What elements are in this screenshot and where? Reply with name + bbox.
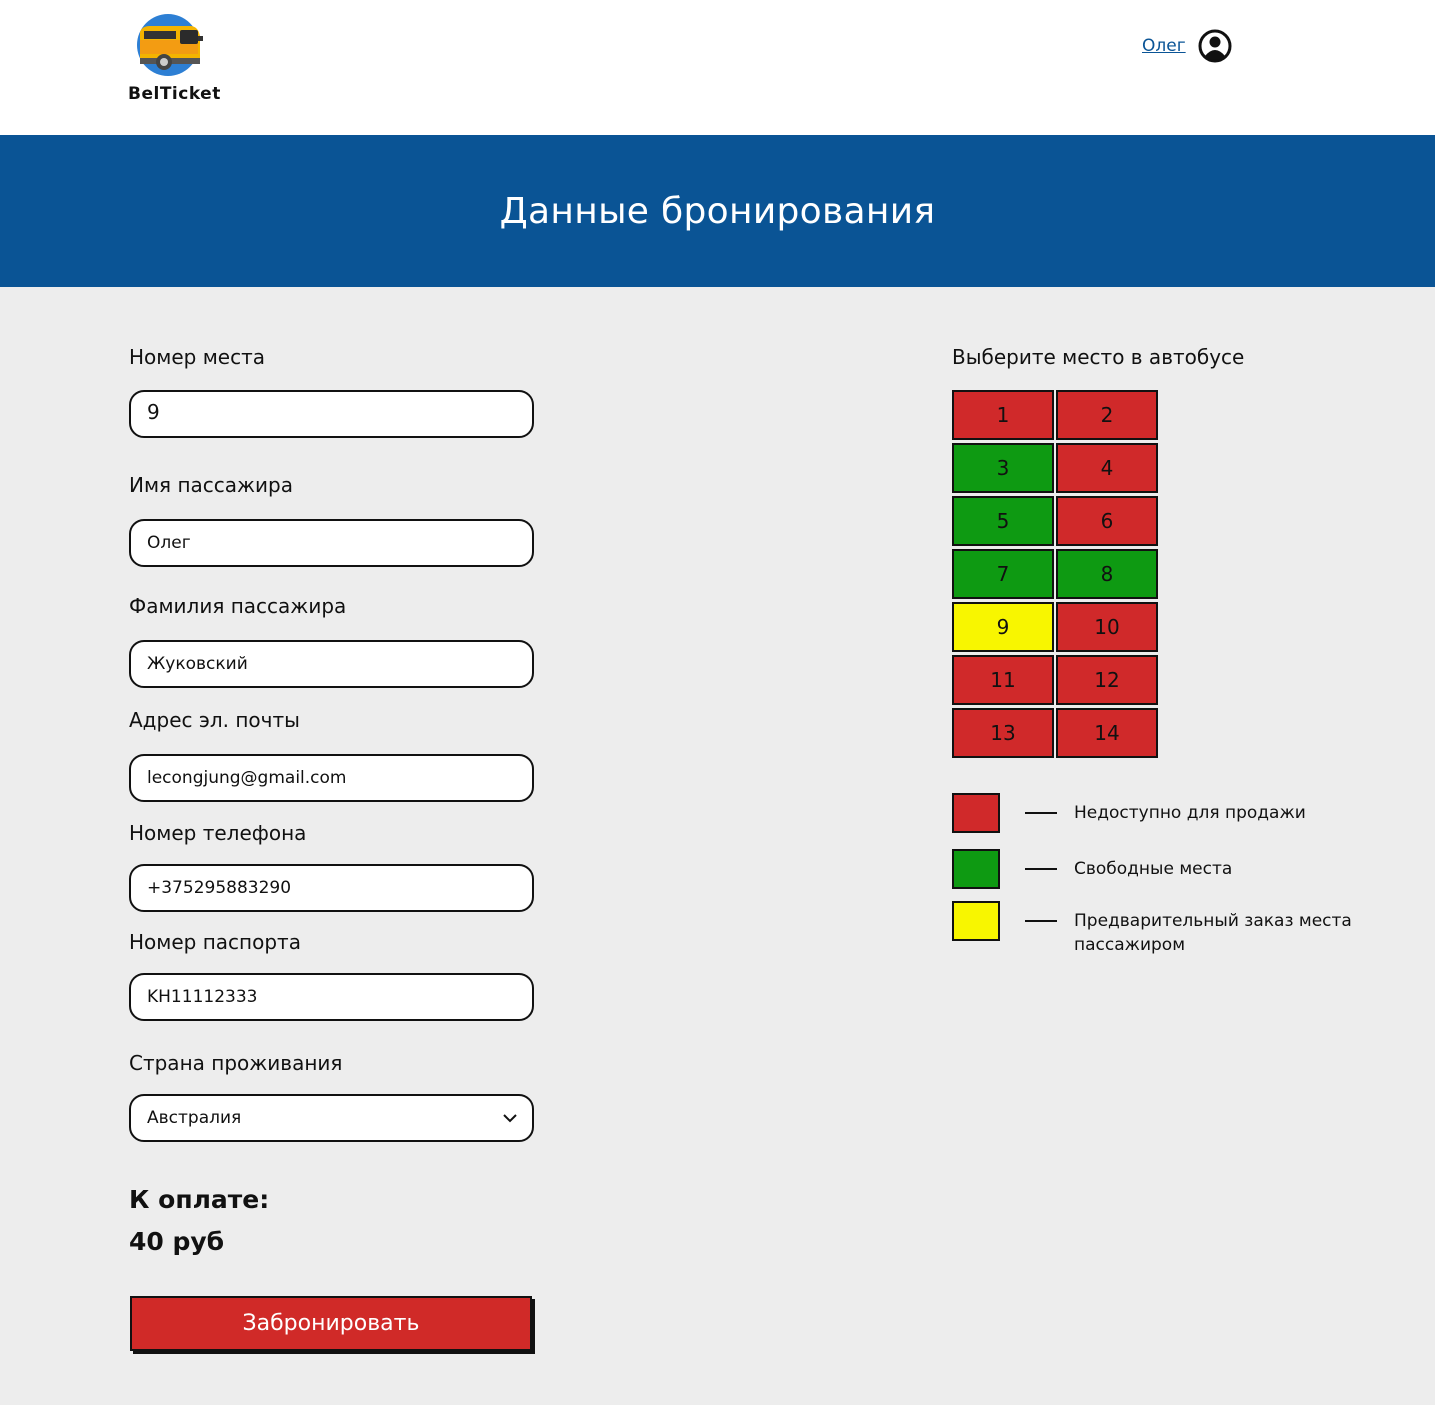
phone-input[interactable]: +375295883290 [129, 864, 534, 912]
chevron-down-icon [503, 1114, 517, 1123]
user-avatar-icon[interactable] [1198, 29, 1232, 63]
legend-unavailable-text: Недоступно для продажи [1074, 803, 1306, 823]
first-name-input[interactable]: Олег [129, 519, 534, 567]
book-button[interactable]: Забронировать [130, 1296, 532, 1351]
country-select[interactable]: Австралия [129, 1094, 534, 1142]
email-label: Адрес эл. почты [129, 708, 300, 732]
last-name-input[interactable]: Жуковский [129, 640, 534, 688]
first-name-value: Олег [147, 533, 191, 553]
brand-name: BelTicket [128, 84, 221, 104]
page-banner: Данные бронирования [0, 135, 1435, 287]
legend-free-swatch [952, 849, 1000, 889]
payment-amount: 40 руб [129, 1227, 225, 1256]
seat-14[interactable]: 14 [1056, 708, 1158, 758]
phone-value: +375295883290 [147, 878, 292, 898]
seat-3[interactable]: 3 [952, 443, 1054, 493]
seat-2[interactable]: 2 [1056, 390, 1158, 440]
seat-number-value: 9 [147, 400, 160, 424]
email-input[interactable]: lecongjung@gmail.com [129, 754, 534, 802]
country-value: Австралия [147, 1108, 242, 1128]
seat-8[interactable]: 8 [1056, 549, 1158, 599]
seat-5[interactable]: 5 [952, 496, 1054, 546]
payment-label: К оплате: [129, 1185, 270, 1214]
email-value: lecongjung@gmail.com [147, 768, 347, 788]
user-name-link[interactable]: Олег [1142, 36, 1186, 56]
seat-number-input[interactable]: 9 [129, 390, 534, 438]
seat-map-title: Выберите место в автобусе [952, 345, 1245, 369]
last-name-value: Жуковский [147, 654, 248, 674]
top-bar: BelTicket Олег [0, 0, 1435, 135]
country-label: Страна проживания [129, 1051, 343, 1075]
legend-reserved-text: Предварительный заказ места пассажиром [1074, 911, 1352, 955]
legend-free-text: Свободные места [1074, 859, 1233, 879]
seat-12[interactable]: 12 [1056, 655, 1158, 705]
legend-dash [1025, 812, 1057, 814]
passport-value: KH11112333 [147, 987, 258, 1007]
user-menu[interactable]: Олег [1142, 28, 1232, 64]
phone-label: Номер телефона [129, 821, 307, 845]
seat-1[interactable]: 1 [952, 390, 1054, 440]
legend-dash [1025, 868, 1057, 870]
passport-input[interactable]: KH11112333 [129, 973, 534, 1021]
seat-6[interactable]: 6 [1056, 496, 1158, 546]
first-name-label: Имя пассажира [129, 473, 293, 497]
legend-reserved-swatch [952, 901, 1000, 941]
legend-unavailable-swatch [952, 793, 1000, 833]
seat-10[interactable]: 10 [1056, 602, 1158, 652]
seat-7[interactable]: 7 [952, 549, 1054, 599]
legend-dash [1025, 920, 1057, 922]
page-title: Данные бронирования [499, 190, 936, 232]
seat-4[interactable]: 4 [1056, 443, 1158, 493]
seat-11[interactable]: 11 [952, 655, 1054, 705]
seat-9[interactable]: 9 [952, 602, 1054, 652]
seat-map-grid: 1 2 3 4 5 6 7 8 9 10 11 12 13 14 [952, 390, 1158, 760]
brand-logo[interactable]: BelTicket [128, 14, 221, 104]
passport-label: Номер паспорта [129, 930, 301, 954]
seat-13[interactable]: 13 [952, 708, 1054, 758]
bus-logo-icon [137, 14, 203, 76]
seat-number-label: Номер места [129, 345, 266, 369]
last-name-label: Фамилия пассажира [129, 594, 347, 618]
